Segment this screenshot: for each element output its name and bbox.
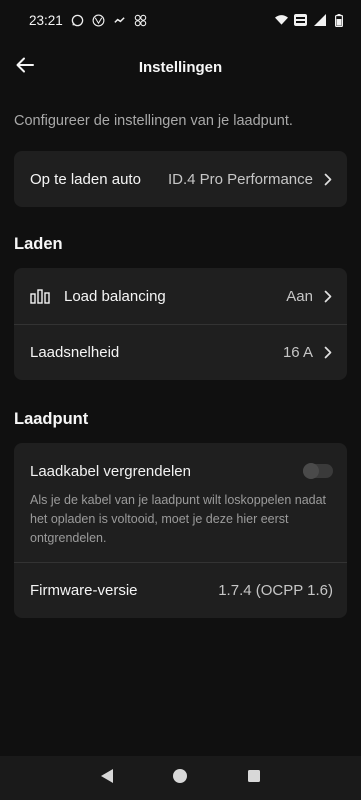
nav-home-button[interactable]: [170, 768, 190, 788]
charging-speed-row[interactable]: Laadsnelheid 16 A: [14, 324, 347, 380]
page-title: Instellingen: [138, 58, 223, 76]
wifi-icon: [275, 14, 288, 27]
square-recents-icon: [247, 769, 261, 788]
top-app-bar: Instellingen: [0, 46, 361, 88]
firmware-label: Firmware-versie: [30, 582, 138, 599]
car-value: ID.4 Pro Performance: [167, 170, 313, 188]
car-row[interactable]: Op te laden auto ID.4 Pro Performance: [14, 151, 347, 207]
chevron-right-icon: [323, 346, 333, 360]
triangle-back-icon: [100, 768, 114, 789]
laadpunt-card: Laadkabel vergrendelen Als je de kabel v…: [14, 443, 347, 618]
cable-lock-label: Laadkabel vergrendelen: [30, 462, 191, 480]
firmware-row: Firmware-versie 1.7.4 (OCPP 1.6): [14, 562, 347, 618]
status-time: 23:21: [29, 12, 63, 28]
load-balancing-row[interactable]: Load balancing Aan: [14, 268, 347, 324]
pinwheel-icon: [134, 14, 147, 27]
bar-chart-icon: [30, 288, 50, 304]
status-bar: 23:21: [0, 0, 361, 40]
volte-icon: [294, 14, 307, 27]
system-nav-bar: [0, 756, 361, 800]
cable-lock-setting: Laadkabel vergrendelen Als je de kabel v…: [14, 443, 347, 562]
load-balancing-label: Load balancing: [64, 287, 166, 305]
car-label: Op te laden auto: [30, 170, 141, 188]
car-card: Op te laden auto ID.4 Pro Performance: [14, 151, 347, 207]
section-heading-laden: Laden: [14, 235, 63, 253]
signal-dot-icon: [113, 14, 126, 27]
load-balancing-value: Aan: [286, 287, 313, 305]
whatsapp-icon: [71, 14, 84, 27]
charging-speed-label: Laadsnelheid: [30, 344, 120, 361]
section-heading-laadpunt: Laadpunt: [14, 410, 89, 428]
laden-card: Load balancing Aan Laadsnelheid 16 A: [14, 268, 347, 380]
cable-lock-description: Als je de kabel van je laadpunt wilt los…: [30, 493, 327, 545]
chevron-right-icon: [323, 172, 333, 186]
nav-back-button[interactable]: [97, 768, 117, 788]
back-button[interactable]: [12, 54, 38, 80]
cable-lock-toggle[interactable]: [303, 463, 333, 479]
circle-home-icon: [172, 768, 188, 789]
intro-text: Configureer de instellingen van je laadp…: [14, 113, 293, 129]
nav-recents-button[interactable]: [244, 768, 264, 788]
firmware-value: 1.7.4 (OCPP 1.6): [218, 582, 333, 599]
cell-signal-icon: [313, 14, 326, 27]
chevron-right-icon: [323, 289, 333, 303]
volkswagen-icon: [92, 14, 105, 27]
battery-icon: [332, 13, 345, 27]
arrow-left-icon: [16, 57, 34, 78]
toggle-knob: [303, 463, 319, 479]
charging-speed-value: 16 A: [282, 344, 313, 361]
